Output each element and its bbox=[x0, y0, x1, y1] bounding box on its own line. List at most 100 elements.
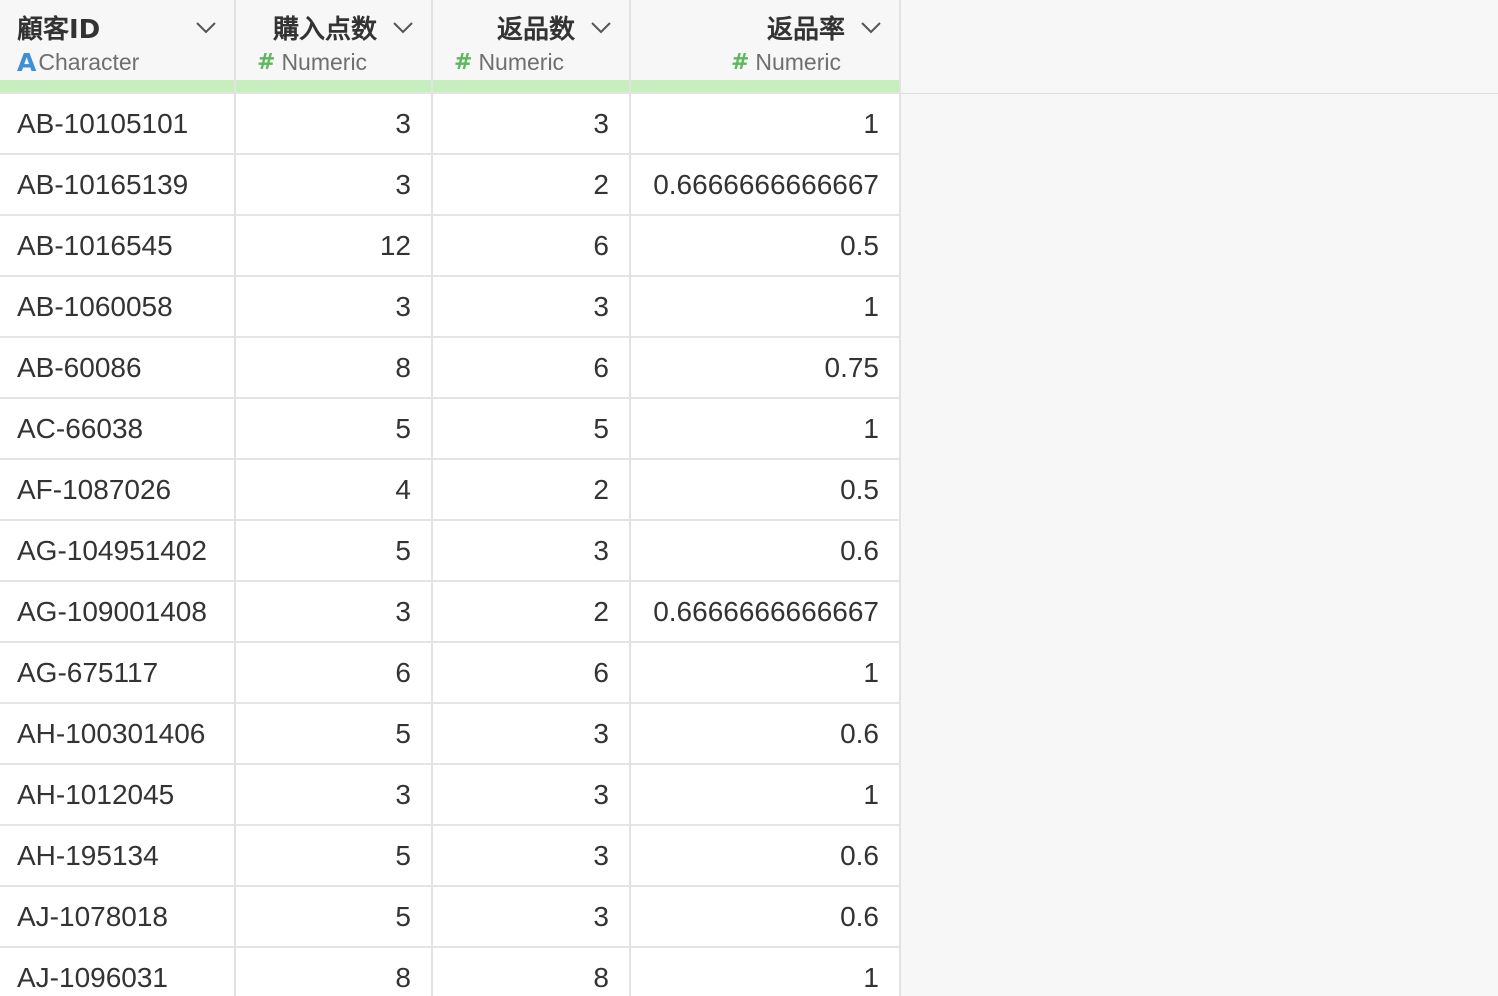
column-name: 購入点数 bbox=[272, 14, 377, 45]
table-row[interactable]: AH-195134 5 3 0.6 bbox=[0, 824, 901, 886]
table-cell[interactable]: 3 bbox=[432, 92, 631, 154]
column-type-label: Numeric bbox=[478, 48, 565, 75]
table-row[interactable]: AB-10165139 3 2 0.6666666666667 bbox=[0, 153, 901, 215]
table-cell[interactable]: 5 bbox=[235, 519, 433, 581]
chevron-down-icon[interactable] bbox=[859, 15, 883, 39]
table-cell[interactable]: 3 bbox=[235, 153, 433, 215]
table-cell[interactable]: 3 bbox=[235, 92, 433, 154]
table-cell[interactable]: AG-104951402 bbox=[0, 519, 236, 581]
column-type: A Character bbox=[17, 46, 218, 78]
table-cell[interactable]: 0.6666666666667 bbox=[630, 580, 901, 642]
table-cell[interactable]: 6 bbox=[235, 641, 433, 703]
table-row[interactable]: AB-1060058 3 3 1 bbox=[0, 275, 901, 337]
table-cell[interactable]: 3 bbox=[235, 763, 433, 825]
table-cell[interactable]: 1 bbox=[630, 763, 901, 825]
table-cell[interactable]: AB-10165139 bbox=[0, 153, 236, 215]
column-type: # Numeric bbox=[450, 46, 613, 78]
table-row[interactable]: AB-60086 8 6 0.75 bbox=[0, 336, 901, 398]
table-cell[interactable]: 3 bbox=[432, 885, 631, 947]
table-cell[interactable]: AG-675117 bbox=[0, 641, 236, 703]
table-cell[interactable]: 5 bbox=[235, 824, 433, 886]
table-cell[interactable]: 6 bbox=[432, 214, 631, 276]
table-cell[interactable]: 2 bbox=[432, 580, 631, 642]
table-cell[interactable]: 5 bbox=[432, 397, 631, 459]
table-cell[interactable]: 1 bbox=[630, 397, 901, 459]
table-row[interactable]: AC-66038 5 5 1 bbox=[0, 397, 901, 459]
table-row[interactable]: AH-1012045 3 3 1 bbox=[0, 763, 901, 825]
header-row: 顧客ID A Character 購入点数 # Numeric 返品数 # Nu… bbox=[0, 0, 901, 80]
table-row[interactable]: AG-104951402 5 3 0.6 bbox=[0, 519, 901, 581]
table-row[interactable]: AG-675117 6 6 1 bbox=[0, 641, 901, 703]
character-type-icon: A bbox=[17, 47, 37, 77]
table-cell[interactable]: AJ-1096031 bbox=[0, 946, 236, 996]
numeric-type-icon: # bbox=[730, 49, 750, 75]
table-cell[interactable]: 5 bbox=[235, 702, 433, 764]
table-cell[interactable]: AB-10105101 bbox=[0, 92, 236, 154]
chevron-down-icon[interactable] bbox=[194, 15, 218, 39]
table-row[interactable]: AJ-1078018 5 3 0.6 bbox=[0, 885, 901, 947]
column-type-label: Numeric bbox=[755, 48, 841, 75]
table-cell[interactable]: 3 bbox=[432, 519, 631, 581]
table-cell[interactable]: AH-100301406 bbox=[0, 702, 236, 764]
data-quality-bar bbox=[432, 80, 631, 93]
table-row[interactable]: AG-109001408 3 2 0.6666666666667 bbox=[0, 580, 901, 642]
table-cell[interactable]: 1 bbox=[630, 275, 901, 337]
table-cell[interactable]: 1 bbox=[630, 641, 901, 703]
table-cell[interactable]: 0.6 bbox=[630, 702, 901, 764]
table-cell[interactable]: AB-60086 bbox=[0, 336, 236, 398]
table-cell[interactable]: 0.6666666666667 bbox=[630, 153, 901, 215]
table-cell[interactable]: 0.5 bbox=[630, 458, 901, 520]
table-cell[interactable]: AH-1012045 bbox=[0, 763, 236, 825]
table-cell[interactable]: 12 bbox=[235, 214, 433, 276]
table-cell[interactable]: 1 bbox=[630, 946, 901, 996]
table-cell[interactable]: 2 bbox=[432, 458, 631, 520]
table-row[interactable]: AH-100301406 5 3 0.6 bbox=[0, 702, 901, 764]
table-cell[interactable]: 3 bbox=[432, 275, 631, 337]
column-header-return-rate[interactable]: 返品率 # Numeric bbox=[630, 0, 901, 80]
table-cell[interactable]: AF-1087026 bbox=[0, 458, 236, 520]
table-cell[interactable]: AB-1016545 bbox=[0, 214, 236, 276]
column-header-customer-id[interactable]: 顧客ID A Character bbox=[0, 0, 236, 80]
table-cell[interactable]: 8 bbox=[432, 946, 631, 996]
table-cell[interactable]: 5 bbox=[235, 885, 433, 947]
table-cell[interactable]: 1 bbox=[630, 92, 901, 154]
table-cell[interactable]: 8 bbox=[235, 946, 433, 996]
table-cell[interactable]: AJ-1078018 bbox=[0, 885, 236, 947]
table-cell[interactable]: AG-109001408 bbox=[0, 580, 236, 642]
table-cell[interactable]: 3 bbox=[235, 275, 433, 337]
table-cell[interactable]: 3 bbox=[432, 824, 631, 886]
table-cell[interactable]: 0.6 bbox=[630, 824, 901, 886]
table-cell[interactable]: 6 bbox=[432, 641, 631, 703]
column-type-label: Character bbox=[38, 48, 140, 75]
table-cell[interactable]: AH-195134 bbox=[0, 824, 236, 886]
table-cell[interactable]: 0.6 bbox=[630, 885, 901, 947]
table-cell[interactable]: 0.6 bbox=[630, 519, 901, 581]
table-row[interactable]: AJ-1096031 8 8 1 bbox=[0, 946, 901, 996]
column-type: # Numeric bbox=[648, 46, 883, 78]
table-row[interactable]: AB-10105101 3 3 1 bbox=[0, 92, 901, 154]
table-cell[interactable]: 0.5 bbox=[630, 214, 901, 276]
table-body: AB-10105101 3 3 1 AB-10165139 3 2 0.66666666666… bbox=[0, 92, 901, 996]
numeric-type-icon: # bbox=[454, 49, 473, 75]
data-quality-bar bbox=[0, 80, 236, 93]
table-cell[interactable]: 3 bbox=[235, 580, 433, 642]
table-cell[interactable]: AB-1060058 bbox=[0, 275, 236, 337]
table-cell[interactable]: 0.75 bbox=[630, 336, 901, 398]
column-type-label: Numeric bbox=[281, 48, 368, 75]
table-row[interactable]: AF-1087026 4 2 0.5 bbox=[0, 458, 901, 520]
table-cell[interactable]: 6 bbox=[432, 336, 631, 398]
chevron-down-icon[interactable] bbox=[589, 15, 613, 39]
table-cell[interactable]: AC-66038 bbox=[0, 397, 236, 459]
column-name: 顧客ID bbox=[17, 14, 101, 45]
column-header-purchase-count[interactable]: 購入点数 # Numeric bbox=[235, 0, 433, 80]
chevron-down-icon[interactable] bbox=[391, 15, 415, 39]
table-cell[interactable]: 3 bbox=[432, 702, 631, 764]
table-cell[interactable]: 2 bbox=[432, 153, 631, 215]
table-cell[interactable]: 4 bbox=[235, 458, 433, 520]
table-cell[interactable]: 3 bbox=[432, 763, 631, 825]
column-type: # Numeric bbox=[253, 46, 415, 78]
column-header-return-count[interactable]: 返品数 # Numeric bbox=[432, 0, 631, 80]
table-cell[interactable]: 8 bbox=[235, 336, 433, 398]
table-row[interactable]: AB-1016545 12 6 0.5 bbox=[0, 214, 901, 276]
table-cell[interactable]: 5 bbox=[235, 397, 433, 459]
